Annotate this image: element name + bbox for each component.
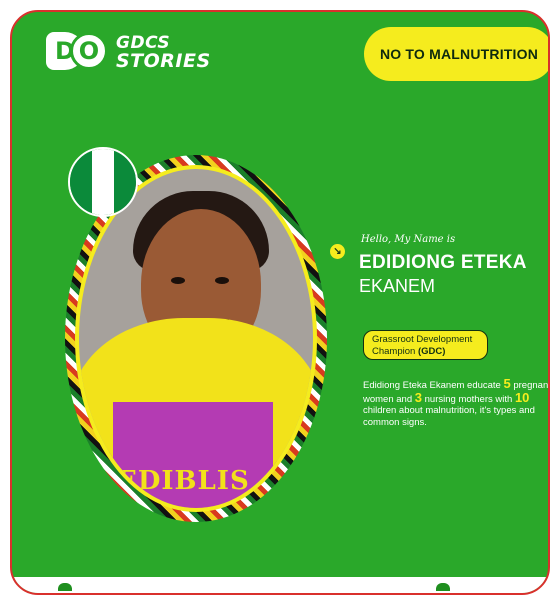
bottom-strip	[12, 577, 548, 593]
story-card: D O GDCS STORIES NO TO MALNUTRITION EDIB…	[10, 10, 550, 595]
logo-wordmark: GDCS STORIES	[116, 34, 211, 72]
bottom-mark-left	[58, 583, 72, 591]
portrait-image: EDIBLIS	[75, 165, 317, 512]
desc-num2: 3	[414, 389, 422, 405]
logo-mark: D O	[46, 30, 110, 74]
description: Edidiong Eteka Ekanem educate 5 pregnant…	[363, 376, 548, 428]
left-eye	[171, 277, 185, 284]
desc-part3: nursing mothers with	[424, 393, 513, 405]
nigeria-flag-icon	[68, 147, 138, 217]
campaign-pill: NO TO MALNUTRITION	[364, 27, 548, 81]
intro-text: Hello, My Name is	[361, 234, 456, 245]
person-name-line2: EKANEM	[359, 276, 436, 296]
logo-letter-o: O	[70, 32, 108, 70]
shirt-print-text: EDIBLIS	[117, 466, 250, 496]
desc-part4: children about malnutrition, it's types …	[363, 405, 535, 428]
logo-line2: STORIES	[116, 50, 211, 72]
desc-num1: 5	[503, 376, 511, 391]
role-pill: Grassroot Development Champion (GDC)	[363, 330, 488, 360]
arrow-down-right-icon: ↘	[330, 244, 345, 259]
gdcs-logo: D O GDCS STORIES	[46, 27, 211, 77]
desc-num3: 10	[514, 389, 530, 405]
bottom-mark-right	[436, 583, 450, 591]
right-eye	[215, 277, 229, 284]
flag-white-center	[92, 149, 114, 215]
yellow-shirt: EDIBLIS	[79, 318, 313, 508]
desc-part1: Edidiong Eteka Ekanem educate	[363, 380, 501, 391]
role-abbrev: (GDC)	[417, 346, 446, 357]
person-name-line1: EDIDIONG ETEKA	[359, 252, 527, 273]
